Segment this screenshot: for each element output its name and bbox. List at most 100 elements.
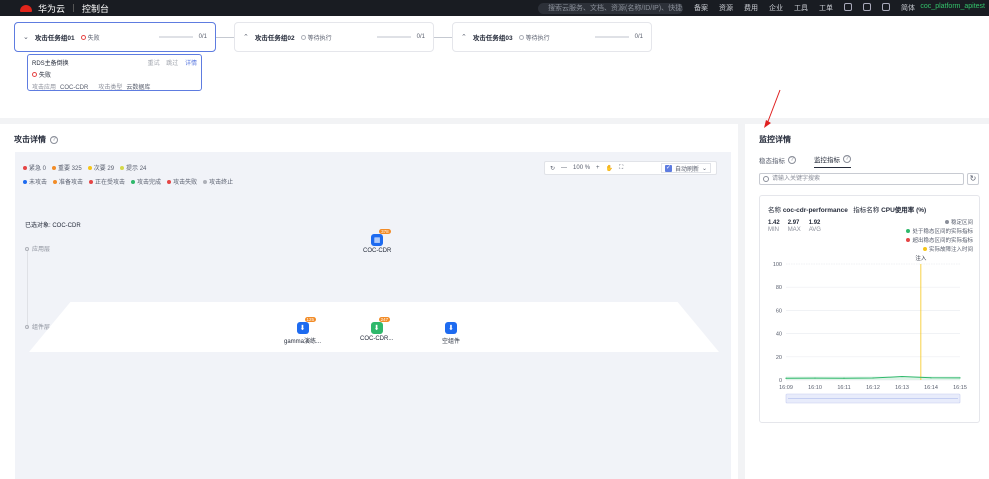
legend-dot-icon bbox=[131, 179, 136, 184]
monitor-tabs: 稳态指标? 监控指标? bbox=[759, 154, 851, 168]
zoom-out-icon[interactable]: — bbox=[561, 165, 567, 171]
auto-refresh-select[interactable]: ✓ 自动刷新 ⌄ bbox=[660, 163, 711, 173]
severity-legend: 紧急 0 重要 325 次要 29 提示 24 bbox=[23, 163, 146, 172]
huawei-logo-icon[interactable] bbox=[20, 4, 32, 12]
details-link[interactable]: 详情 bbox=[185, 61, 197, 67]
attack-detail-title: 攻击详情 ? bbox=[14, 134, 58, 145]
legend-dot-icon bbox=[120, 165, 125, 170]
legend-item: 攻击终止 bbox=[203, 177, 233, 186]
help-icon[interactable] bbox=[882, 3, 890, 11]
status-waiting-icon bbox=[518, 34, 524, 40]
cpu-usage-line-chart[interactable]: 0 20 40 60 80 100 16:09 16:10 16:11 16:12 16:13 16:… bbox=[760, 242, 979, 422]
app-node-coc-cdr[interactable]: ▦ 378 COC-CDR bbox=[363, 229, 392, 254]
task-status: 失败 bbox=[80, 33, 100, 42]
divider bbox=[73, 4, 75, 12]
legend-dot-icon bbox=[906, 229, 911, 233]
search-icon bbox=[763, 176, 769, 182]
attack-type-label: 攻击类型 bbox=[98, 85, 123, 91]
alarm-count-badge: 247 bbox=[378, 317, 391, 322]
metric-search-input[interactable]: 请输入关键字搜索 bbox=[759, 173, 964, 185]
task-group-02[interactable]: ⌃ 攻击任务组02 等待执行 0/1 bbox=[234, 22, 434, 52]
task-progress: 0/1 bbox=[634, 34, 643, 40]
tab-monitor-metrics[interactable]: 监控指标? bbox=[814, 154, 851, 168]
refresh-icon[interactable]: ↻ bbox=[550, 165, 555, 172]
flow-connector bbox=[434, 37, 452, 38]
language-switch[interactable]: 简体 bbox=[901, 3, 915, 13]
data-point bbox=[872, 377, 874, 379]
global-search-input[interactable]: 搜索云服务、文档、资源(名称/ID/IP)、快捷... bbox=[538, 3, 683, 14]
hand-pan-icon[interactable]: ✋ bbox=[606, 165, 613, 172]
x-tick-label: 16:13 bbox=[895, 385, 909, 391]
attack-task-title: RDS主备倒换 bbox=[32, 61, 69, 67]
injection-annotation-label: 注入 bbox=[915, 254, 927, 262]
zoom-level: 100 % bbox=[573, 165, 591, 171]
name-label: 名称 bbox=[768, 207, 781, 214]
nav-item-resources[interactable]: 资源 bbox=[719, 3, 733, 13]
help-icon[interactable]: ? bbox=[843, 155, 851, 163]
x-tick-label: 16:11 bbox=[837, 385, 850, 391]
nav-item-enterprise[interactable]: 企业 bbox=[769, 3, 783, 13]
checkbox-checked-icon[interactable]: ✓ bbox=[664, 164, 672, 172]
data-point bbox=[843, 377, 845, 379]
fit-screen-icon[interactable]: ⛶ bbox=[619, 165, 623, 172]
task-group-name: 攻击任务组02 bbox=[254, 35, 295, 42]
chevron-up-icon[interactable]: ⌃ bbox=[243, 33, 249, 41]
component-icon: ⬇ bbox=[445, 322, 457, 334]
legend-label: 未攻击 bbox=[29, 180, 48, 186]
refresh-button[interactable]: ↻ bbox=[967, 173, 979, 185]
component-node-coc-cdr[interactable]: ⬇ 247 COC-CDR... bbox=[360, 317, 394, 342]
metric-label: 指标名称 bbox=[853, 207, 880, 214]
console-link[interactable]: 控制台 bbox=[82, 2, 109, 15]
y-tick-label: 80 bbox=[776, 285, 782, 291]
nav-item-tools[interactable]: 工具 bbox=[794, 3, 808, 13]
nav-item-beian[interactable]: 备案 bbox=[694, 3, 708, 13]
task-group-01[interactable]: ⌄ 攻击任务组01 失败 0/1 bbox=[14, 22, 216, 52]
tab-steady-metrics[interactable]: 稳态指标? bbox=[759, 154, 796, 168]
user-account-name[interactable]: coc_platform_apitest bbox=[920, 3, 985, 10]
chevron-up-icon[interactable]: ⌃ bbox=[461, 33, 467, 41]
y-tick-label: 100 bbox=[773, 262, 782, 268]
component-node-empty[interactable]: ⬇ 空组件 bbox=[442, 322, 460, 345]
y-tick-label: 60 bbox=[776, 308, 782, 314]
task-group-name: 攻击任务组01 bbox=[34, 35, 75, 42]
attack-task-card[interactable]: RDS主备倒换 重试 跳过 详情 失败 攻击应用 COC-CDR 攻击类型 云数据库 bbox=[27, 54, 202, 91]
legend-item: 重要 325 bbox=[52, 163, 82, 172]
application-icon: ▦ 378 bbox=[371, 229, 391, 246]
component-node-gamma[interactable]: ⬇ 125 gamma演练... bbox=[284, 317, 322, 345]
notification-bell-icon[interactable] bbox=[863, 3, 871, 11]
layer-axis-line bbox=[27, 250, 28, 328]
node-label: COC-CDR... bbox=[360, 336, 394, 342]
task-status-text: 失败 bbox=[87, 35, 100, 42]
node-label: 空组件 bbox=[442, 339, 461, 345]
nav-item-tickets[interactable]: 工单 bbox=[819, 3, 833, 13]
name-value: coc-cdr-performance bbox=[782, 207, 848, 214]
progress-bar bbox=[376, 36, 411, 38]
chevron-down-icon[interactable]: ⌄ bbox=[702, 165, 707, 172]
task-group-name: 攻击任务组03 bbox=[472, 35, 513, 42]
topology-canvas[interactable]: 紧急 0 重要 325 次要 29 提示 24 未攻击 准备攻击 正在受攻击 攻击完成 攻击失… bbox=[15, 152, 731, 479]
chevron-down-icon[interactable]: ⌄ bbox=[23, 33, 29, 41]
task-progress: 0/1 bbox=[416, 34, 425, 40]
task-status-text: 等待执行 bbox=[307, 35, 332, 42]
skip-link[interactable]: 跳过 bbox=[166, 61, 178, 67]
message-icon[interactable] bbox=[844, 3, 852, 11]
retry-link[interactable]: 重试 bbox=[148, 61, 160, 67]
legend-label: 攻击终止 bbox=[209, 180, 234, 186]
legend-dot-icon bbox=[23, 165, 27, 170]
legend-item: 未攻击 bbox=[23, 177, 47, 186]
node-label: gamma演练... bbox=[284, 339, 322, 345]
zoom-in-icon[interactable]: + bbox=[596, 165, 600, 171]
legend-label: 紧急 0 bbox=[29, 166, 47, 172]
legend-label: 攻击失败 bbox=[173, 180, 198, 186]
legend-dot-icon bbox=[89, 179, 94, 184]
help-icon[interactable]: ? bbox=[788, 155, 796, 164]
nav-item-billing[interactable]: 费用 bbox=[744, 3, 758, 13]
task-group-03[interactable]: ⌃ 攻击任务组03 等待执行 0/1 bbox=[452, 22, 652, 52]
node-label: COC-CDR bbox=[363, 248, 392, 254]
legend-label: 正在受攻击 bbox=[95, 180, 126, 186]
legend-dot-icon bbox=[53, 179, 58, 184]
help-icon[interactable]: ? bbox=[50, 135, 58, 144]
flow-connector bbox=[216, 37, 234, 38]
brand-name[interactable]: 华为云 bbox=[38, 2, 65, 15]
x-tick-label: 16:09 bbox=[779, 385, 793, 391]
